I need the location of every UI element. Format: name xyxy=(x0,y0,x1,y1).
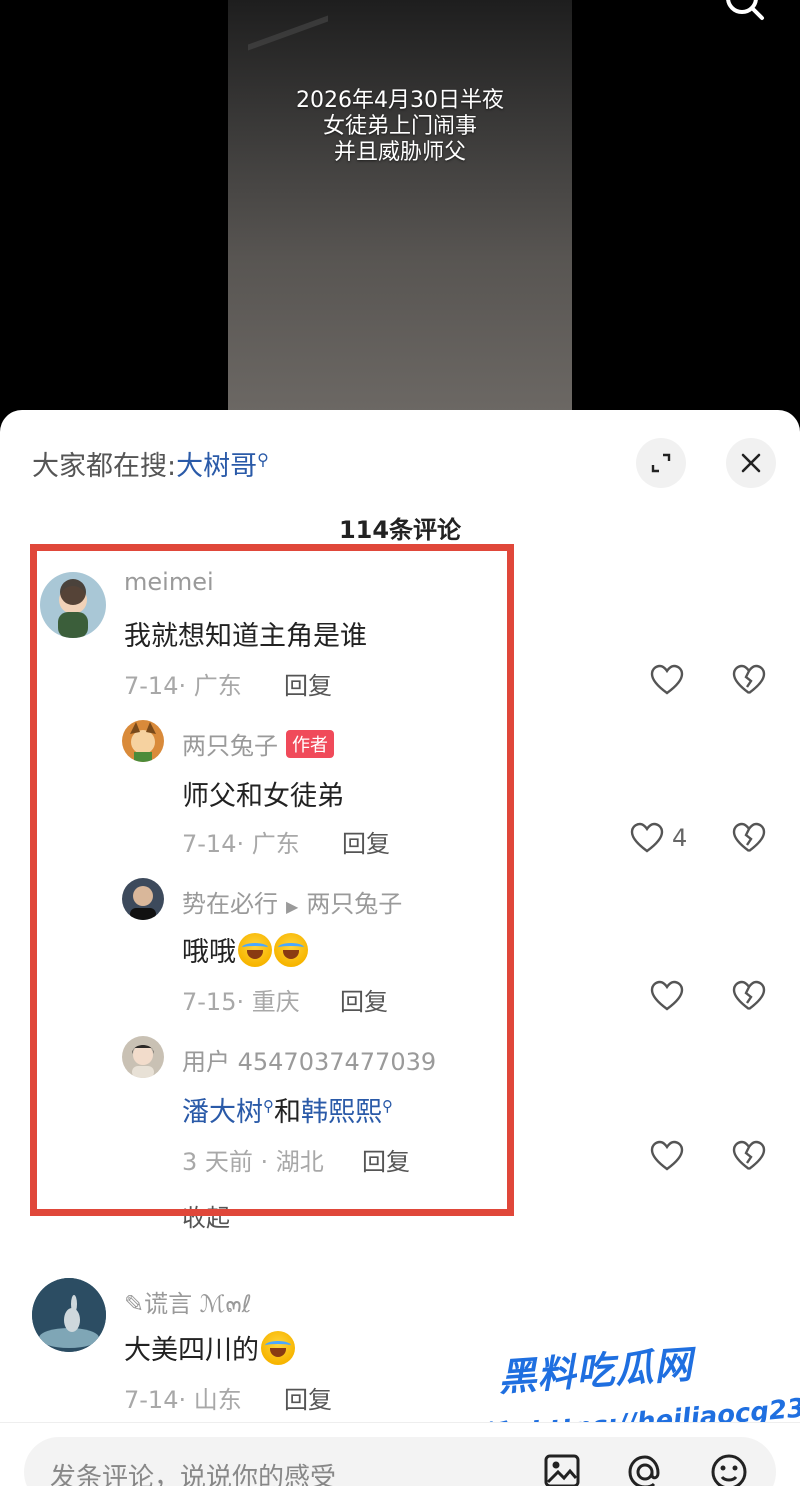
like-button[interactable] xyxy=(650,980,684,1012)
expand-button[interactable] xyxy=(636,438,686,488)
mention-icon[interactable] xyxy=(624,1451,666,1486)
broken-heart-icon xyxy=(732,980,766,1010)
broken-heart-icon xyxy=(732,664,766,694)
dislike-button[interactable] xyxy=(732,822,766,858)
hot-search-keyword[interactable]: 大树哥 xyxy=(176,451,257,482)
hot-search-prefix: 大家都在搜: xyxy=(32,451,177,482)
dislike-button[interactable] xyxy=(732,664,766,700)
heart-icon xyxy=(650,664,684,695)
video-caption: 2026年4月30日半夜 女徒弟上门闹事 并且威胁师父 xyxy=(228,88,572,166)
comment-input-bar: 发条评论，说说你的感受 xyxy=(0,1422,800,1486)
video-frame xyxy=(228,0,572,430)
video-player[interactable]: 2026年4月30日半夜 女徒弟上门闹事 并且威胁师父 xyxy=(0,0,800,430)
close-icon xyxy=(741,453,761,473)
watermark-title: 黑料吃瓜网 xyxy=(496,1342,695,1400)
broken-heart-icon xyxy=(732,1140,766,1170)
like-button[interactable] xyxy=(650,1140,684,1172)
reply-button[interactable]: 回复 xyxy=(284,1380,332,1415)
avatar[interactable] xyxy=(32,1278,106,1352)
dislike-button[interactable] xyxy=(732,980,766,1016)
comment-text-body: 大美四川的 xyxy=(124,1335,259,1366)
expand-icon xyxy=(651,453,671,473)
comment-text: 大美四川的 xyxy=(124,1328,295,1367)
image-icon[interactable] xyxy=(542,1451,582,1486)
laugh-cry-emoji-icon xyxy=(261,1331,295,1365)
emoji-icon[interactable] xyxy=(708,1451,750,1486)
comment-author[interactable]: ✎谎言 ℳ๓ℓ xyxy=(124,1284,252,1323)
hot-search-bar[interactable]: 大家都在搜:大树哥⚲ xyxy=(32,444,269,483)
comment-input[interactable]: 发条评论，说说你的感受 xyxy=(24,1437,776,1486)
like-button[interactable] xyxy=(650,664,684,696)
comments-sheet: 大家都在搜:大树哥⚲ 114条评论 meimei 我就想知道主角是谁 7-14·… xyxy=(0,410,800,1486)
search-icon[interactable] xyxy=(722,0,766,28)
close-button[interactable] xyxy=(726,438,776,488)
comment-count: 114条评论 xyxy=(338,516,462,544)
broken-heart-icon xyxy=(732,822,766,852)
highlight-box xyxy=(30,544,514,1216)
caption-line-1: 2026年4月30日半夜 xyxy=(296,88,504,113)
like-button[interactable]: 4 xyxy=(630,822,687,854)
dislike-button[interactable] xyxy=(732,1140,766,1176)
heart-icon xyxy=(650,980,684,1011)
caption-line-3: 并且威胁师父 xyxy=(333,140,466,165)
heart-icon xyxy=(630,822,664,853)
comment-input-placeholder: 发条评论，说说你的感受 xyxy=(50,1463,337,1486)
comment-meta: 7-14· 山东 xyxy=(124,1386,242,1414)
caption-line-2: 女徒弟上门闹事 xyxy=(322,114,477,139)
search-icon: ⚲ xyxy=(257,450,269,469)
heart-icon xyxy=(650,1140,684,1171)
like-count: 4 xyxy=(672,824,688,852)
